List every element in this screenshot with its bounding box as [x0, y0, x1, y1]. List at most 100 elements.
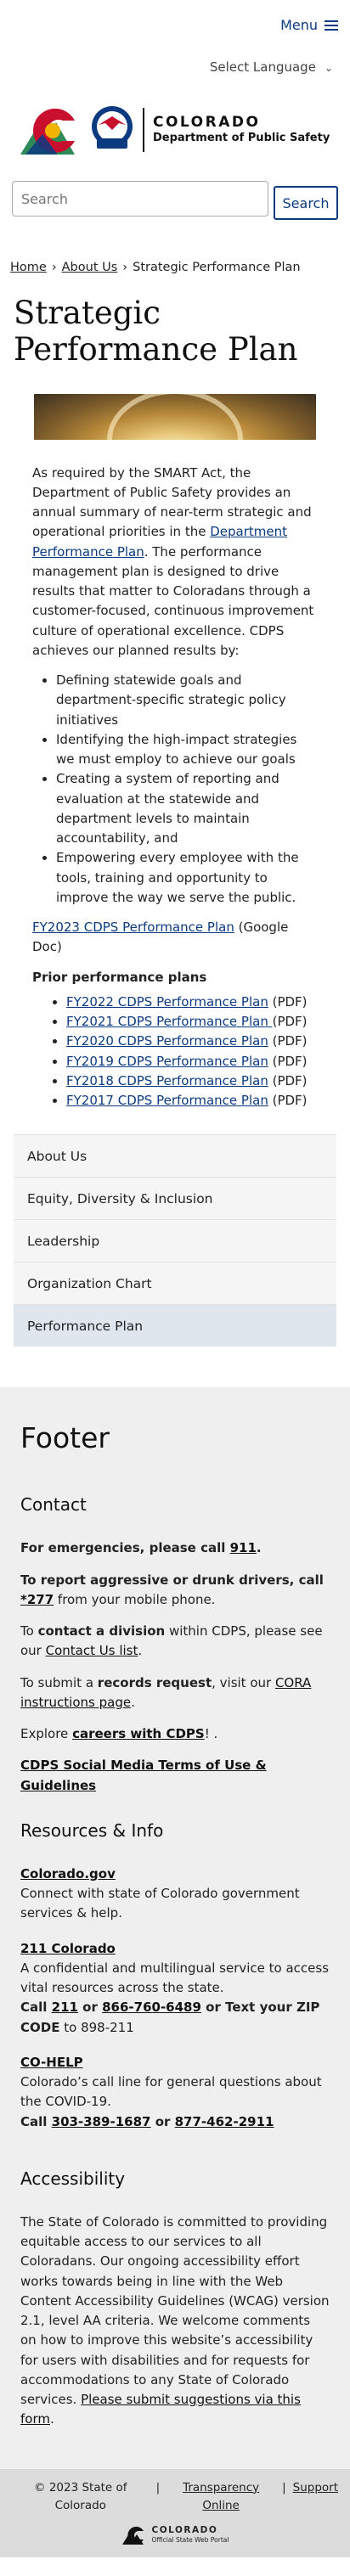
resources-heading: Resources & Info: [20, 1820, 164, 1841]
fy2023-plan-link[interactable]: FY2023 CDPS Performance Plan: [32, 920, 234, 935]
portal-line-1: COLORADO: [151, 2525, 218, 2536]
contact-division-line: To contact a division within CDPS, pleas…: [20, 1623, 323, 1659]
pdf-suffix: (PDF): [268, 1093, 308, 1109]
bottom-links: © 2023 State of Colorado | Transparency …: [12, 2479, 338, 2515]
list-item: FY2021 CDPS Performance Plan (PDF): [66, 1012, 318, 1032]
search-bar: Search: [0, 175, 350, 222]
capitol-dome-image: [34, 393, 316, 440]
accessibility-heading: Accessibility: [20, 2168, 126, 2189]
prior-plans-heading: Prior performance plans: [32, 969, 207, 985]
211-colorado-block: 211 Colorado A confidential and multilin…: [20, 1939, 330, 2038]
emergency-line: For emergencies, please call 911.: [20, 1540, 262, 1556]
211-colorado-link[interactable]: 211 Colorado: [20, 1941, 116, 1956]
language-label: Select Language: [209, 59, 316, 76]
contact-us-list-link[interactable]: Contact Us list: [46, 1643, 138, 1658]
intro-text-2: . The performance management plan is des…: [32, 543, 314, 658]
breadcrumb: Home › About Us › Strategic Performance …: [0, 258, 350, 277]
accessibility-text: The State of Colorado is committed to pr…: [20, 2213, 330, 2427]
call-911-link[interactable]: 911: [230, 1540, 257, 1555]
menu-label: Menu: [280, 16, 318, 33]
list-item: Creating a system of reporting and evalu…: [56, 769, 318, 848]
fy2017-plan-link[interactable]: FY2017 CDPS Performance Plan: [66, 1093, 268, 1108]
fy2021-plan-link[interactable]: FY2021 CDPS Performance Plan: [66, 1014, 273, 1029]
fy2022-plan-link[interactable]: FY2022 CDPS Performance Plan: [66, 994, 268, 1010]
list-item: FY2020 CDPS Performance Plan (PDF): [66, 1032, 318, 1051]
careers-line: Explore careers with CDPS! .: [20, 1726, 218, 1742]
co-help-link[interactable]: CO-HELP: [20, 2055, 83, 2070]
list-item: FY2018 CDPS Performance Plan (PDF): [66, 1071, 318, 1091]
site-logo[interactable]: COLORADO Department of Public Safety: [0, 85, 350, 175]
211-colorado-desc: A confidential and multilingual service …: [20, 1960, 330, 1996]
co-help-block: CO-HELP Colorado’s call line for general…: [20, 2053, 330, 2132]
intro-paragraph: As required by the SMART Act, the Depart…: [32, 464, 318, 661]
cdps-badge-icon: [92, 106, 133, 149]
logo-text: COLORADO Department of Public Safety: [153, 114, 330, 145]
colorado-gov-link[interactable]: Colorado.gov: [20, 1866, 116, 1881]
link-separator: |: [282, 2480, 286, 2494]
colorado-gov-desc: Connect with state of Colorado governmen…: [20, 1886, 300, 1921]
list-item: Identifying the high-impact strategies w…: [56, 730, 318, 770]
nav-item-equity[interactable]: Equity, Diversity & Inclusion: [14, 1177, 336, 1220]
fy2018-plan-link[interactable]: FY2018 CDPS Performance Plan: [66, 1073, 268, 1088]
chevron-down-icon: ⌄: [324, 61, 333, 74]
colorado-state-logo-icon: [20, 108, 75, 155]
language-selector[interactable]: Select Language ⌄: [0, 51, 350, 85]
fy2019-plan-link[interactable]: FY2019 CDPS Performance Plan: [66, 1054, 268, 1069]
pdf-suffix: (PDF): [268, 1053, 308, 1069]
nav-item-org-chart[interactable]: Organization Chart: [14, 1262, 336, 1305]
contact-section: Contact For emergencies, please call 911…: [20, 1492, 330, 1796]
pdf-suffix: (PDF): [272, 1014, 308, 1030]
list-item: FY2017 CDPS Performance Plan (PDF): [66, 1091, 318, 1111]
call-277-link[interactable]: *277: [20, 1592, 54, 1607]
bottom-bar: © 2023 State of Colorado | Transparency …: [0, 2468, 350, 2557]
state-portal-text: COLORADO Official State Web Portal: [152, 2526, 229, 2544]
colorado-portal-logo-icon: [121, 2526, 144, 2545]
report-drivers-line: To report aggressive or drunk drivers, c…: [20, 1572, 324, 1607]
records-request-line: To submit a records request, visit our C…: [20, 1674, 312, 1710]
call-303-link[interactable]: 303-389-1687: [52, 2114, 151, 2129]
footer: Footer Contact For emergencies, please c…: [0, 1387, 350, 2469]
hamburger-icon: [325, 20, 338, 31]
menu-button[interactable]: Menu: [280, 15, 338, 37]
transparency-online-link[interactable]: Transparency Online: [167, 2479, 275, 2515]
social-media-line: CDPS Social Media Terms of Use & Guideli…: [20, 1756, 330, 1796]
nav-item-about-us[interactable]: About Us: [14, 1134, 336, 1178]
list-item: Empowering every employee with the tools…: [56, 848, 318, 908]
breadcrumb-separator: ›: [122, 261, 128, 274]
page-title: Strategic Performance Plan: [14, 295, 298, 368]
list-item: Defining statewide goals and department-…: [56, 671, 318, 730]
colorado-gov-block: Colorado.gov Connect with state of Color…: [20, 1865, 330, 1924]
logo-divider: [143, 108, 144, 152]
nav-item-performance-plan[interactable]: Performance Plan: [14, 1304, 336, 1347]
call-866-link[interactable]: 866-760-6489: [102, 1999, 201, 2015]
logo-line-department: Department of Public Safety: [153, 131, 330, 144]
breadcrumb-home[interactable]: Home: [10, 258, 47, 277]
nav-item-leadership[interactable]: Leadership: [14, 1219, 336, 1263]
social-media-terms-link[interactable]: CDPS Social Media Terms of Use & Guideli…: [20, 1758, 267, 1792]
breadcrumb-about[interactable]: About Us: [62, 258, 118, 277]
logo-line-colorado: COLORADO: [153, 114, 261, 132]
state-portal-mark[interactable]: COLORADO Official State Web Portal: [12, 2525, 338, 2545]
co-help-desc: Colorado’s call line for general questio…: [20, 2074, 322, 2110]
prior-plans-list: FY2022 CDPS Performance Plan (PDF) FY202…: [32, 993, 318, 1111]
link-separator: |: [155, 2480, 161, 2494]
search-input[interactable]: [12, 181, 268, 217]
list-item: FY2019 CDPS Performance Plan (PDF): [66, 1052, 318, 1071]
fy2020-plan-link[interactable]: FY2020 CDPS Performance Plan: [66, 1033, 268, 1049]
copyright: © 2023 State of Colorado: [34, 2480, 127, 2512]
support-link[interactable]: Support: [293, 2479, 338, 2515]
list-item: FY2022 CDPS Performance Plan (PDF): [66, 993, 318, 1012]
contact-heading: Contact: [20, 1494, 87, 1516]
resources-section: Resources & Info Colorado.gov Connect wi…: [20, 1818, 330, 2132]
pdf-suffix: (PDF): [268, 1072, 308, 1088]
call-877-link[interactable]: 877-462-2911: [175, 2114, 274, 2129]
call-211-link[interactable]: 211: [52, 1999, 78, 2015]
portal-line-2: Official State Web Portal: [151, 2535, 229, 2544]
careers-link[interactable]: careers with CDPS: [72, 1726, 205, 1741]
top-bar: Menu: [0, 0, 350, 51]
search-button[interactable]: Search: [274, 186, 338, 220]
pdf-suffix: (PDF): [268, 993, 308, 1010]
section-nav: About Us Equity, Diversity & Inclusion L…: [14, 1134, 336, 1347]
current-plan: FY2023 CDPS Performance Plan (Google Doc…: [32, 918, 318, 958]
breadcrumb-separator: ›: [51, 261, 57, 274]
